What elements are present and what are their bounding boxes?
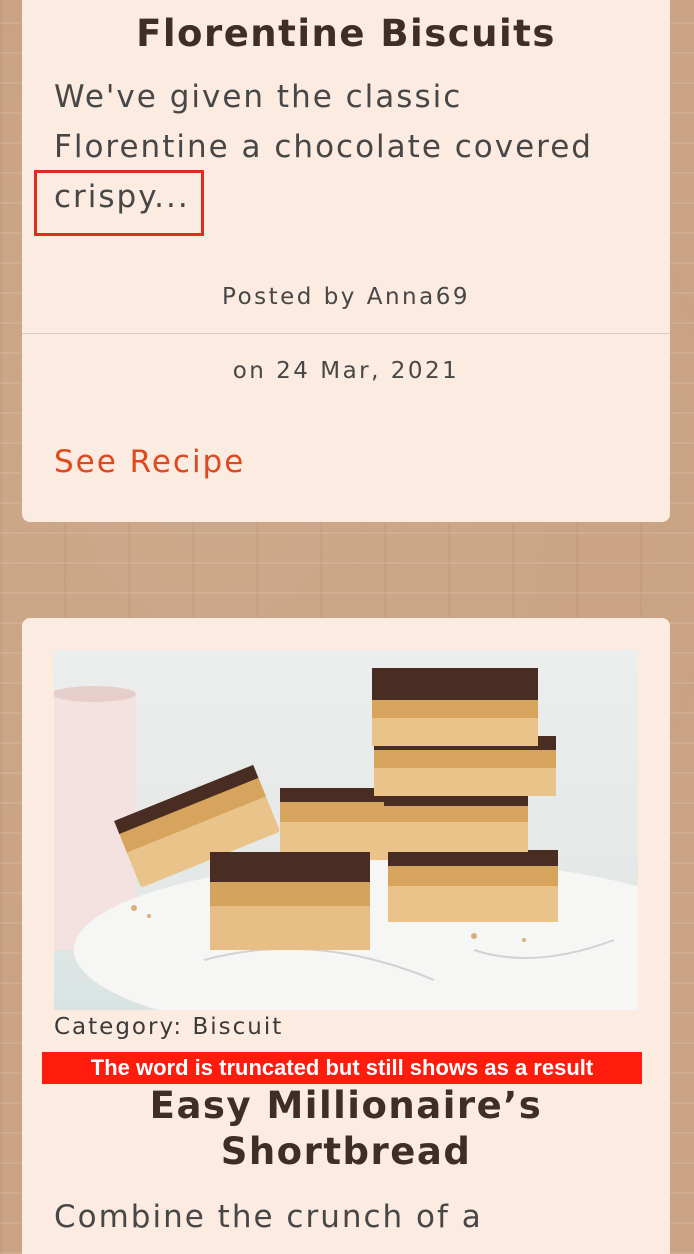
recipe-title-line1: Easy Millionaire’s: [149, 1084, 543, 1127]
recipe-category: Category: Biscuit: [54, 1014, 284, 1040]
recipe-description: Combine the crunch of a: [54, 1199, 483, 1235]
recipe-image[interactable]: [54, 650, 638, 1010]
recipe-title: Florentine Biscuits: [136, 12, 556, 55]
recipe-card: Category: Biscuit The word is truncated …: [22, 618, 670, 1254]
recipe-author: Posted by Anna69: [222, 284, 470, 310]
recipe-card: Florentine Biscuits We've given the clas…: [22, 0, 670, 522]
see-recipe-link[interactable]: See Recipe: [54, 444, 245, 480]
recipe-date: on 24 Mar, 2021: [232, 358, 460, 384]
annotation-banner: The word is truncated but still shows as…: [42, 1052, 642, 1084]
recipe-title-line2: Shortbread: [220, 1130, 472, 1173]
card-divider: [22, 333, 670, 334]
truncated-text-highlight: [34, 170, 204, 236]
